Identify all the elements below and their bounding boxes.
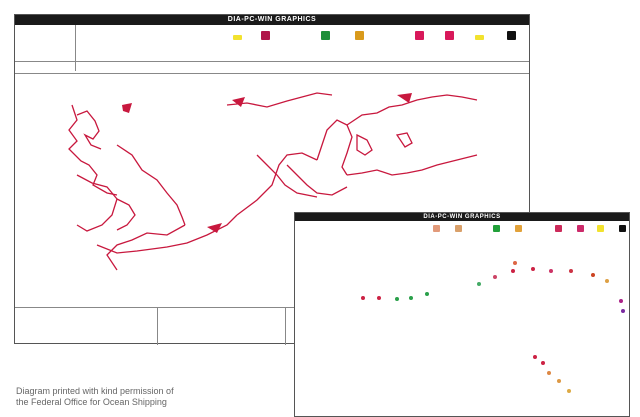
baltic-island	[395, 132, 413, 148]
inset-dot	[567, 389, 571, 393]
swatch-2[interactable]	[261, 31, 270, 40]
jutland-coast	[316, 119, 353, 176]
inset-dot	[531, 267, 535, 271]
inset-dot	[591, 273, 595, 277]
toolbar-divider	[75, 25, 76, 71]
caption-line-2: the Federal Office for Ocean Shipping	[16, 397, 167, 407]
swatch-3[interactable]	[321, 31, 330, 40]
inset-dot	[541, 361, 545, 365]
inset-dot	[569, 269, 573, 273]
inset-dot	[549, 269, 553, 273]
ireland-coast	[76, 174, 118, 232]
inset-swatch-1[interactable]	[433, 225, 440, 232]
wales-coast	[116, 198, 136, 231]
swatch-5[interactable]	[415, 31, 424, 40]
inset-swatch-4[interactable]	[515, 225, 522, 232]
status-row-line	[15, 73, 529, 74]
inset-swatch-8[interactable]	[619, 225, 626, 232]
inset-dot	[493, 275, 497, 279]
scapa-marker	[232, 97, 245, 107]
permission-caption: Diagram printed with kind permission of …	[16, 386, 286, 408]
baltic-marker	[397, 93, 412, 103]
inset-swatch-3[interactable]	[493, 225, 500, 232]
inset-dot	[409, 296, 413, 300]
inset-dot	[557, 379, 561, 383]
inset-dot	[361, 296, 365, 300]
swatch-1[interactable]	[233, 35, 242, 40]
bottom-divider-1	[157, 307, 158, 345]
hebrides	[76, 110, 102, 150]
england-east-coast	[116, 144, 186, 226]
bottom-divider-2	[285, 307, 286, 345]
mainland-inner	[286, 164, 348, 196]
inset-window: DIA-PC-WIN GRAPHICS	[294, 212, 630, 417]
inset-dot	[425, 292, 429, 296]
inset-dot	[605, 279, 609, 283]
danish-islands	[356, 133, 373, 156]
main-window-titlebar: DIA-PC-WIN GRAPHICS	[15, 15, 529, 25]
inset-dot	[533, 355, 537, 359]
inset-dot	[477, 282, 481, 286]
inset-swatch-6[interactable]	[577, 225, 584, 232]
inset-swatch-5[interactable]	[555, 225, 562, 232]
netherlands-coast	[236, 152, 318, 216]
swatch-4[interactable]	[355, 31, 364, 40]
swatch-6[interactable]	[445, 31, 454, 40]
england-south-coast	[106, 224, 186, 271]
inset-dot	[395, 297, 399, 301]
toolbar-bottom-line	[15, 61, 529, 62]
inset-dot	[511, 269, 515, 273]
inset-dot	[621, 309, 625, 313]
caption-line-1: Diagram printed with kind permission of	[16, 386, 174, 396]
inset-swatch-7[interactable]	[597, 225, 604, 232]
baltic-south-coast	[346, 154, 478, 176]
shetland-marker	[122, 103, 132, 113]
inset-dot	[513, 261, 517, 265]
sweden-coast	[346, 94, 478, 126]
inset-dot	[619, 299, 623, 303]
inset-dot	[547, 371, 551, 375]
channel-coast	[96, 214, 238, 254]
inset-swatch-2[interactable]	[455, 225, 462, 232]
inset-dot	[377, 296, 381, 300]
swatch-8[interactable]	[507, 31, 516, 40]
inset-window-titlebar: DIA-PC-WIN GRAPHICS	[295, 213, 629, 221]
swatch-7[interactable]	[475, 35, 484, 40]
